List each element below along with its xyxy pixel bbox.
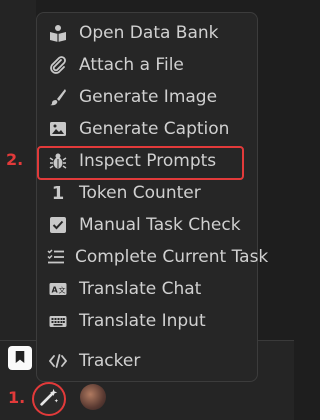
svg-text:A: A [52,286,59,295]
menu-item-label: Manual Task Check [79,215,241,235]
avatar[interactable] [80,384,106,410]
menu-item-generate-caption[interactable]: Generate Caption [41,114,253,144]
menu-item-translate-input[interactable]: Translate Input [41,306,253,336]
menu-item-open-data-bank[interactable]: Open Data Bank [41,18,253,48]
menu-item-complete-current-task[interactable]: Complete Current Task [41,242,268,272]
menu-item-label: Attach a File [79,55,184,75]
step-1-label: 1. [8,388,26,407]
magic-wand-icon [38,386,60,412]
keyboard-icon [47,310,69,332]
menu-item-label: Translate Input [79,311,206,331]
highlight-box-inspect-prompts [37,146,244,180]
menu-item-manual-task-check[interactable]: Manual Task Check [41,210,253,240]
menu-item-label: Translate Chat [79,279,202,299]
code-icon [47,350,69,372]
menu-item-tracker[interactable]: Tracker [41,346,253,376]
bookmark-button[interactable] [8,346,32,370]
bookmark-icon [14,349,26,368]
checkbox-icon [47,214,69,236]
paperclip-icon [47,54,69,76]
menu-item-translate-chat[interactable]: A文 Translate Chat [41,274,253,304]
extensions-menu: Open Data Bank Attach a File Generate Im… [36,12,268,382]
language-icon: A文 [47,278,69,300]
number-one-icon: 1 [51,182,65,204]
book-reader-icon [47,22,69,44]
menu-item-generate-image[interactable]: Generate Image [41,82,253,112]
paintbrush-icon [47,86,69,108]
list-check-icon [47,246,65,268]
extensions-wand-button[interactable] [32,382,66,416]
menu-item-token-counter[interactable]: 1 Token Counter [41,178,253,208]
image-icon [47,118,69,140]
step-2-label: 2. [6,150,24,169]
menu-item-attach-file[interactable]: Attach a File [41,50,253,80]
menu-item-label: Open Data Bank [79,23,219,43]
menu-item-label: Complete Current Task [75,247,269,267]
menu-item-label: Generate Caption [79,119,230,139]
svg-text:文: 文 [59,286,66,295]
menu-item-label: Token Counter [79,183,201,203]
menu-item-label: Generate Image [79,87,218,107]
menu-item-label: Tracker [79,351,141,371]
